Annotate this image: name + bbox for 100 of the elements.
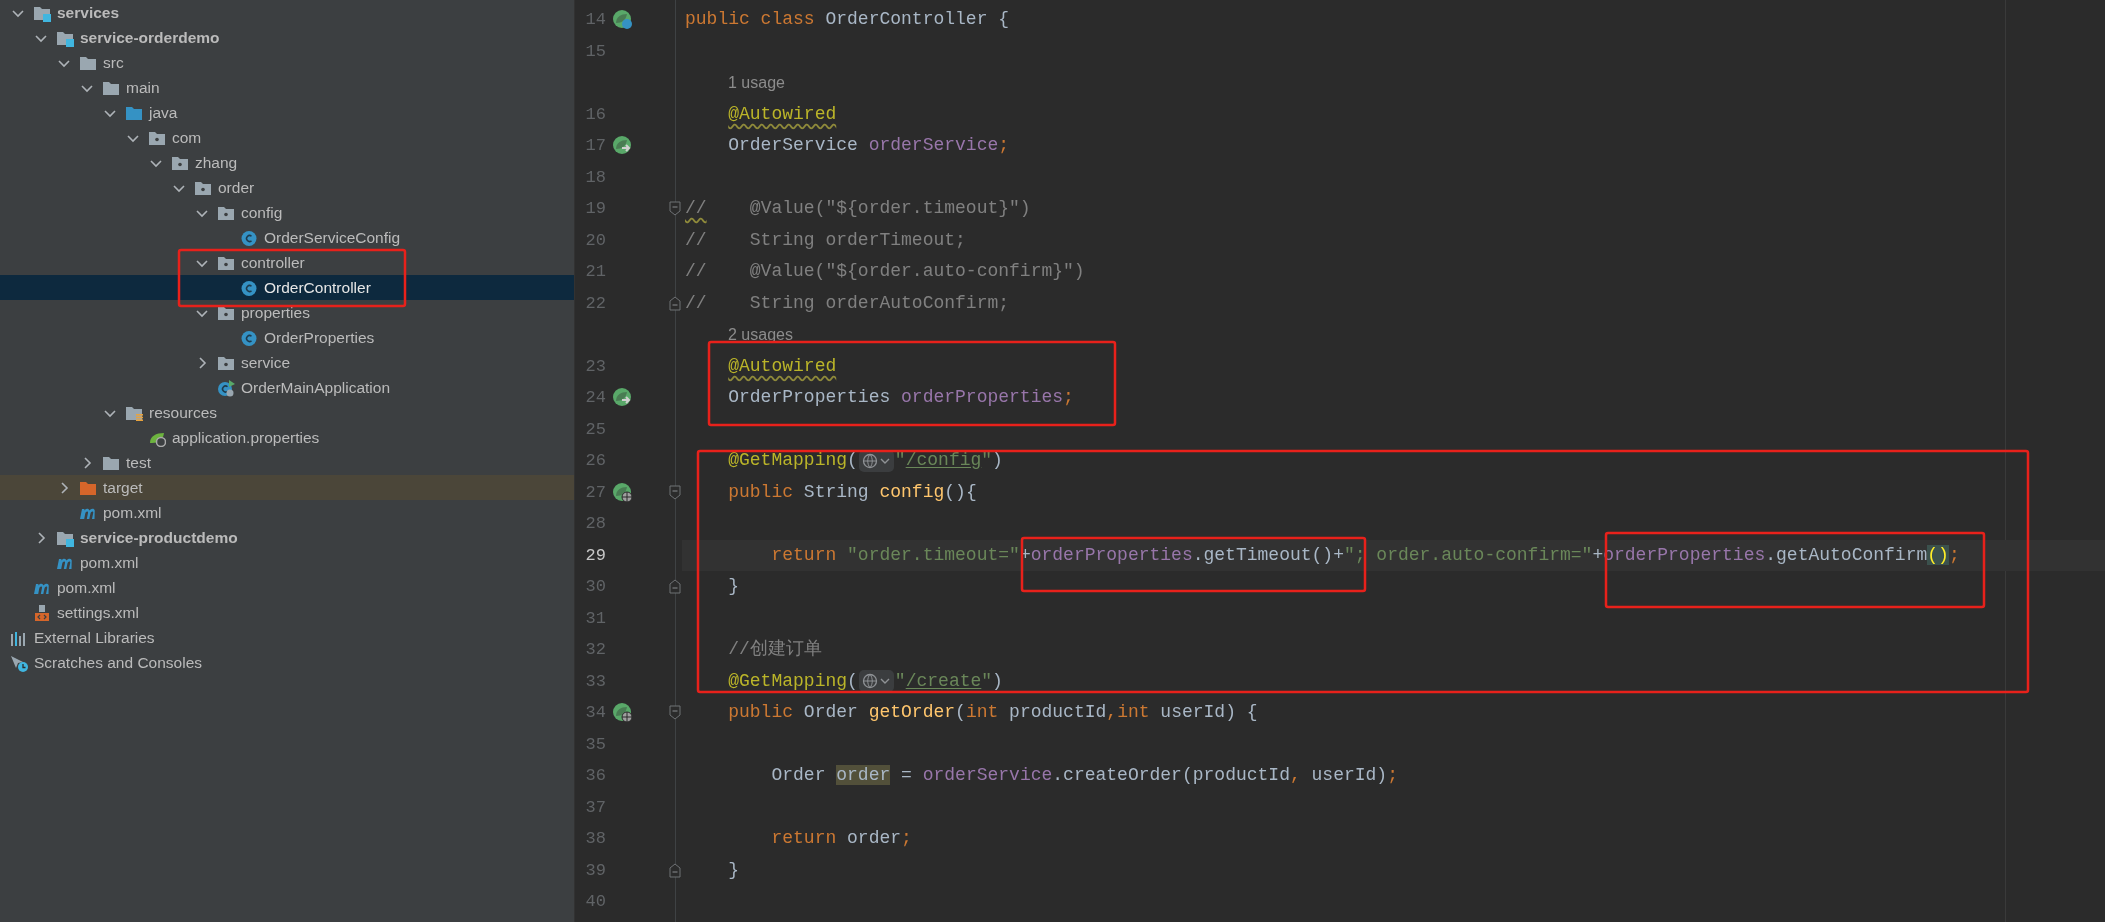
code-line: OrderProperties orderProperties; — [727, 386, 1074, 410]
fold-marker-icon — [669, 484, 681, 500]
line-number: 21 — [584, 261, 606, 283]
tree-item[interactable]: services — [0, 0, 574, 25]
tree-item-label: pom.xml — [57, 577, 116, 598]
code-text: @GetMapping( — [727, 449, 858, 473]
tree-item[interactable]: controller — [0, 250, 574, 275]
tree-item-label: zhang — [195, 152, 238, 173]
tree-item[interactable]: OrderMainApplication — [0, 375, 574, 400]
tree-item[interactable]: properties — [0, 300, 574, 325]
code-line: } — [727, 858, 740, 882]
tree-item-label: src — [103, 52, 124, 73]
code-line: return order; — [770, 827, 912, 851]
tree-item-label: java — [149, 102, 178, 123]
tree-item-label: application.properties — [172, 427, 320, 448]
tree-item-label: pom.xml — [80, 552, 139, 573]
line-number: 35 — [584, 733, 606, 756]
code-line: Order order = orderService.createOrder(productId, userId); — [770, 764, 1398, 788]
line-number: 20 — [584, 229, 606, 252]
usage-hint[interactable]: 1 usage — [728, 70, 785, 95]
tree-item-label: OrderMainApplication — [241, 377, 391, 398]
globe-icon — [861, 673, 878, 690]
tree-item[interactable]: settings.xml — [0, 600, 574, 625]
url-inlay-hint[interactable] — [858, 670, 894, 693]
code-line: // @Value("${order.timeout}") — [685, 197, 1031, 221]
tree-item[interactable]: target — [0, 475, 574, 500]
fold-marker-icon — [669, 295, 681, 311]
tree-item-label: config — [241, 202, 283, 223]
usage-hint[interactable]: 2 usages — [728, 322, 793, 347]
tree-item-label: OrderProperties — [264, 327, 375, 348]
line-number: 27 — [584, 481, 606, 504]
tree-item[interactable]: application.properties — [0, 425, 574, 450]
tree-item-label: services — [57, 2, 120, 23]
tree-item[interactable]: OrderProperties — [0, 325, 574, 350]
code-line: public Order getOrder(int productId,int userId) { — [727, 701, 1258, 725]
tree-item[interactable]: service-productdemo — [0, 525, 574, 550]
fold-marker-icon — [669, 201, 681, 217]
tree-item-label: External Libraries — [34, 627, 155, 648]
tree-item[interactable]: service-orderdemo — [0, 25, 574, 50]
tree-item[interactable]: main — [0, 75, 574, 100]
code-line: } — [727, 575, 740, 599]
tree-item[interactable]: com — [0, 125, 574, 150]
line-number: 17 — [584, 135, 606, 157]
tree-item[interactable]: OrderServiceConfig — [0, 225, 574, 250]
tree-item-label: resources — [149, 402, 218, 423]
code-line: public String config(){ — [727, 480, 977, 504]
url-inlay-hint[interactable] — [858, 449, 894, 472]
tree-item[interactable]: java — [0, 100, 574, 125]
line-number: 25 — [584, 418, 606, 441]
code-text: "/create") — [894, 669, 1003, 693]
tree-item[interactable]: pom.xml — [0, 575, 574, 600]
tree-item-label: com — [172, 127, 202, 148]
fold-marker-icon — [669, 579, 681, 595]
tree-item[interactable]: Scratches and Consoles — [0, 650, 574, 675]
line-number: 37 — [584, 796, 606, 819]
code-line: public class OrderController { — [685, 8, 1010, 32]
line-number: 31 — [584, 607, 606, 630]
line-number: 29 — [584, 544, 606, 567]
tree-item[interactable]: pom.xml — [0, 500, 574, 525]
tree-item[interactable]: External Libraries — [0, 625, 574, 650]
tree-item[interactable]: service — [0, 350, 574, 375]
code-line: @Autowired — [727, 354, 837, 378]
tree-item-label: OrderServiceConfig — [264, 227, 401, 248]
tree-item[interactable]: pom.xml — [0, 550, 574, 575]
line-number: 15 — [584, 40, 606, 63]
code-line: //创建订单 — [727, 638, 822, 662]
tree-item[interactable]: test — [0, 450, 574, 475]
tree-item-label: service-productdemo — [80, 527, 238, 548]
fold-marker-icon — [669, 862, 681, 878]
line-number: 19 — [584, 198, 606, 220]
line-number: 14 — [584, 9, 606, 31]
line-number: 16 — [584, 103, 606, 126]
line-number: 40 — [584, 891, 606, 913]
code-text: @GetMapping( — [727, 669, 858, 693]
tree-item-label: order — [218, 177, 255, 198]
code-text: "/config") — [894, 449, 1003, 473]
line-number: 22 — [584, 292, 606, 315]
tree-item-label: test — [126, 452, 151, 473]
bean-globe-icon — [612, 481, 633, 503]
class-icon — [240, 328, 258, 347]
tree-item[interactable]: resources — [0, 400, 574, 425]
line-number: 18 — [584, 166, 606, 189]
application-class-icon — [217, 378, 235, 397]
line-number: 38 — [584, 828, 606, 850]
tree-item[interactable]: OrderController — [0, 275, 574, 300]
line-number: 30 — [584, 576, 606, 598]
tree-item-label: properties — [241, 302, 310, 323]
code-line: // String orderAutoConfirm; — [685, 291, 1010, 315]
tree-item-label: main — [126, 77, 160, 98]
class-icon — [240, 228, 258, 247]
line-number: 23 — [584, 355, 606, 378]
scratches-icon — [10, 653, 28, 672]
xml-file-icon — [33, 603, 51, 622]
tree-item[interactable]: src — [0, 50, 574, 75]
bean-icon — [612, 9, 633, 31]
line-number: 36 — [584, 765, 606, 787]
tree-item[interactable]: zhang — [0, 150, 574, 175]
tree-item[interactable]: order — [0, 175, 574, 200]
code-line: OrderService orderService; — [727, 134, 1010, 158]
tree-item[interactable]: config — [0, 200, 574, 225]
